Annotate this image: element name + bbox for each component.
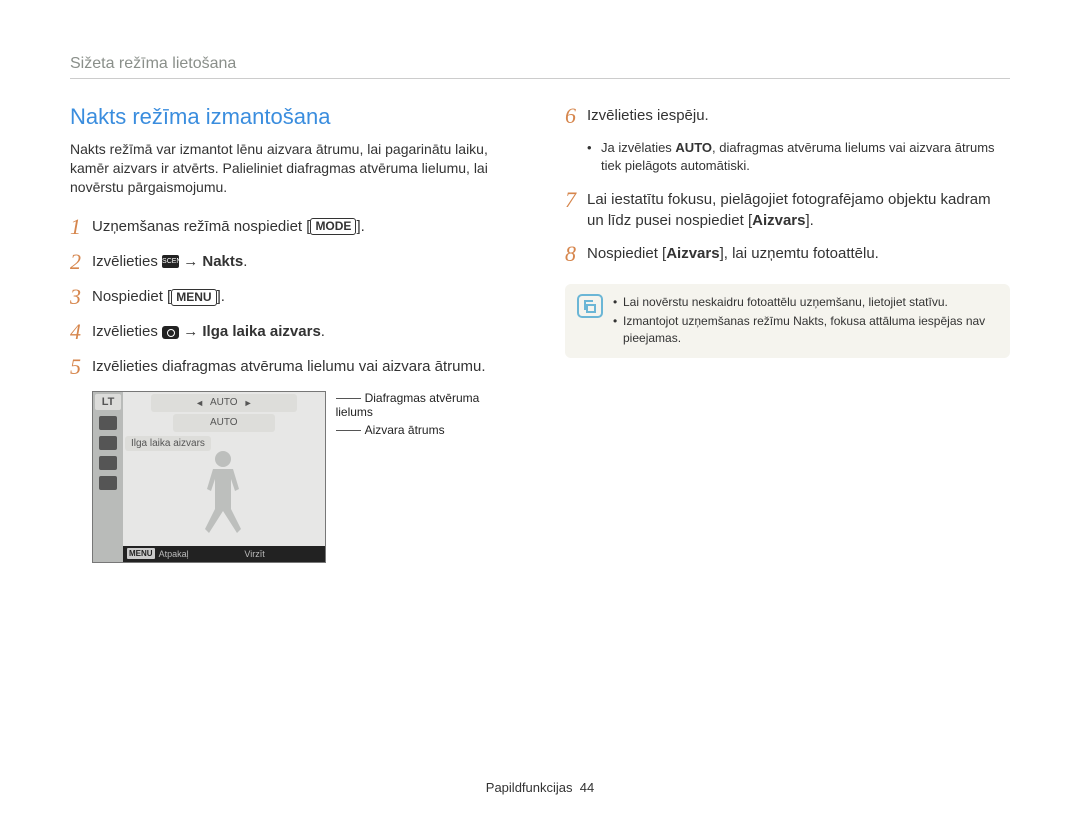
shutter-label: Aizvars: [666, 245, 719, 262]
step-text: .: [243, 253, 247, 270]
section-header: Sižeta režīma lietošana: [70, 55, 1010, 79]
step-text: ].: [356, 218, 364, 235]
right-column: 6 Izvēlieties iespēju. • Ja izvēlaties A…: [565, 104, 1010, 563]
step-number: 4: [70, 320, 92, 344]
step-4: 4 Izvēlieties → Ilga laika aizvars.: [70, 320, 515, 344]
footer-page-number: 44: [580, 780, 594, 795]
step-text: ].: [806, 212, 814, 229]
sidebar-icon: [99, 416, 117, 430]
step-number: 7: [565, 188, 587, 231]
step-text: ].: [217, 288, 225, 305]
note-item: Izmantojot uzņemšanas režīmu Nakts, foku…: [623, 313, 998, 347]
step-number: 2: [70, 250, 92, 274]
lt-badge: LT: [95, 394, 121, 410]
step-5: 5 Izvēlieties diafragmas atvēruma lielum…: [70, 355, 515, 379]
step-text: Izvēlieties: [92, 323, 162, 340]
move-label: Virzīt: [244, 549, 264, 559]
step-number: 6: [565, 104, 587, 128]
step-text: Nospiediet [: [587, 245, 666, 262]
note-item: Lai novērstu neskaidru fotoattēlu uzņemš…: [623, 294, 948, 311]
scene-icon: SCENE: [162, 255, 179, 268]
screen-sidebar: LT: [93, 392, 123, 562]
step-1: 1 Uzņemšanas režīmā nospiediet [MODE].: [70, 215, 515, 239]
step-text: →: [179, 323, 202, 340]
step-text: →: [179, 253, 202, 270]
bullet: •: [587, 139, 601, 174]
sidebar-icon: [99, 436, 117, 450]
selector-value: AUTO: [210, 417, 238, 428]
chevron-left-icon: ◄: [195, 398, 204, 408]
row-label: Ilga laika aizvars: [125, 436, 211, 451]
mode-button-label: MODE: [310, 218, 356, 235]
left-column: Nakts režīma izmantošana Nakts režīmā va…: [70, 104, 515, 563]
step-text: Izvēlieties iespēju.: [587, 104, 1010, 128]
step-number: 3: [70, 285, 92, 309]
page-footer: Papildfunkcijas 44: [0, 780, 1080, 795]
step-number: 8: [565, 242, 587, 266]
chevron-right-icon: ►: [244, 398, 253, 408]
shutter-label: Aizvars: [752, 212, 805, 229]
step-text: Uzņemšanas režīmā nospiediet [: [92, 218, 310, 235]
aperture-selector: ◄ AUTO ►: [151, 394, 297, 412]
sidebar-icon: [99, 476, 117, 490]
page-heading: Nakts režīma izmantošana: [70, 104, 515, 130]
step-number: 1: [70, 215, 92, 239]
step-7: 7 Lai iestatītu fokusu, pielāgojiet foto…: [565, 188, 1010, 231]
shutter-selector: AUTO: [173, 414, 275, 432]
callout-aperture: Diafragmas atvēruma lielums: [336, 391, 480, 419]
step-text: .: [321, 323, 325, 340]
step-number: 5: [70, 355, 92, 379]
step-option: Ilga laika aizvars: [202, 323, 320, 340]
camera-icon: [162, 326, 179, 339]
step-2: 2 Izvēlieties SCENE → Nakts.: [70, 250, 515, 274]
step-6-sub: • Ja izvēlaties AUTO, diafragmas atvērum…: [587, 139, 1010, 174]
step-3: 3 Nospiediet [MENU].: [70, 285, 515, 309]
footer-section: Papildfunkcijas: [486, 780, 573, 795]
menu-badge: MENU: [127, 548, 155, 559]
step-text: Izvēlieties: [92, 253, 162, 270]
camera-screen-illustration: LT ◄ AUTO ► AUTO: [92, 391, 515, 563]
step-6: 6 Izvēlieties iespēju.: [565, 104, 1010, 128]
screen-bottom-bar: MENU Atpakaļ Virzīt: [123, 546, 325, 562]
callout-labels: Diafragmas atvēruma lielums Aizvara ātru…: [336, 391, 515, 563]
sidebar-icon: [99, 456, 117, 470]
menu-button-label: MENU: [171, 289, 216, 306]
back-label: Atpakaļ: [159, 549, 189, 559]
note-box: •Lai novērstu neskaidru fotoattēlu uzņem…: [565, 284, 1010, 358]
person-silhouette: [193, 451, 253, 546]
step-text: Izvēlieties diafragmas atvēruma lielumu …: [92, 355, 515, 379]
note-icon: [577, 294, 603, 318]
selector-value: AUTO: [210, 397, 238, 408]
step-text: Nospiediet [: [92, 288, 171, 305]
step-8: 8 Nospiediet [Aizvars], lai uzņemtu foto…: [565, 242, 1010, 266]
sub-bold: AUTO: [675, 140, 712, 155]
callout-shutter: Aizvara ātrums: [365, 423, 445, 437]
sub-text: Ja izvēlaties: [601, 140, 675, 155]
step-text: ], lai uzņemtu fotoattēlu.: [720, 245, 879, 262]
step-option: Nakts: [202, 253, 243, 270]
intro-paragraph: Nakts režīmā var izmantot lēnu aizvara ā…: [70, 140, 515, 197]
